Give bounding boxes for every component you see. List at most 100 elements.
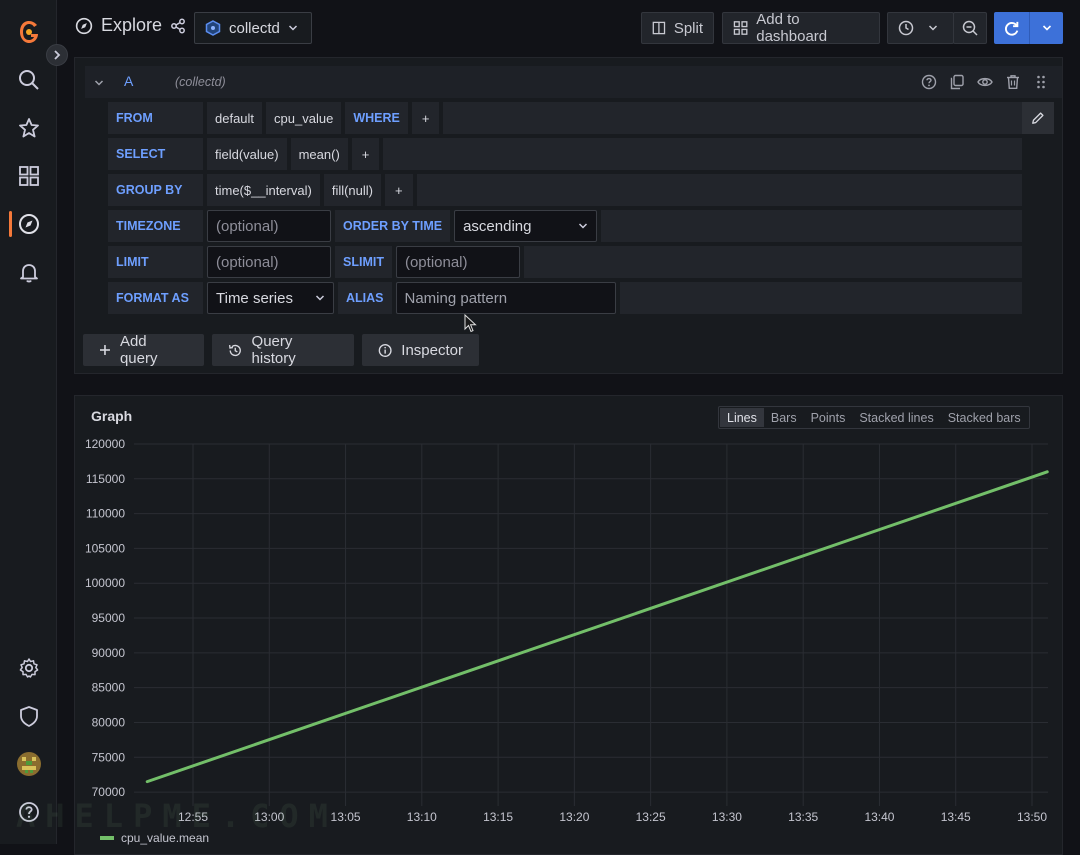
star-icon[interactable] [16, 115, 42, 141]
legend-item-label: cpu_value.mean [121, 831, 209, 845]
graph-chart[interactable]: 70000 75000 80000 85000 90000 95000 100000 1050… [75, 396, 1064, 846]
active-indicator [9, 211, 12, 237]
timezone-row: TIMEZONE (optional) ORDER BY TIME ascend… [108, 210, 1022, 242]
groupby-fill-segment[interactable]: fill(null) [323, 174, 381, 206]
measurement-segment[interactable]: cpu_value [266, 102, 342, 134]
zoom-out-button[interactable] [953, 12, 987, 44]
pencil-icon [1032, 112, 1044, 124]
from-keyword: FROM [108, 102, 203, 134]
time-range-picker[interactable] [887, 12, 954, 44]
refresh-button[interactable] [994, 12, 1030, 44]
y-tick-label: 95000 [92, 611, 126, 625]
timezone-input[interactable]: (optional) [207, 210, 331, 242]
chevron-down-icon [928, 25, 938, 31]
orderby-select[interactable]: ascending [454, 210, 598, 242]
x-tick-label: 13:20 [559, 810, 589, 824]
y-tick-label: 85000 [92, 681, 126, 695]
retention-policy-segment[interactable]: default [207, 102, 263, 134]
alerting-bell-icon[interactable] [16, 259, 42, 285]
x-tick-label: 12:55 [178, 810, 208, 824]
y-tick-label: 120000 [85, 437, 125, 451]
mouse-cursor-icon [464, 314, 477, 333]
x-tick-label: 13:40 [864, 810, 894, 824]
datasource-picker[interactable]: collectd [194, 12, 312, 44]
search-icon[interactable] [16, 67, 42, 93]
query-history-button[interactable]: Query history [212, 333, 354, 367]
y-tick-label: 80000 [92, 715, 126, 729]
limit-keyword: LIMIT [108, 246, 203, 278]
legend-swatch [100, 836, 114, 840]
help-icon[interactable] [921, 74, 937, 90]
where-keyword: WHERE [345, 102, 408, 134]
help-icon[interactable] [16, 799, 42, 825]
shield-icon[interactable] [16, 703, 42, 729]
run-query-button[interactable] [994, 12, 1063, 44]
split-button[interactable]: Split [641, 12, 714, 44]
x-tick-label: 13:25 [636, 810, 666, 824]
inspector-label: Inspector [401, 341, 463, 359]
orderby-keyword: ORDER BY TIME [335, 210, 451, 242]
history-icon [228, 344, 241, 356]
add-to-dashboard-label: Add to dashboard [756, 11, 828, 45]
trash-icon[interactable] [1005, 74, 1021, 90]
x-tick-label: 13:30 [712, 810, 742, 824]
settings-gear-icon[interactable] [16, 655, 42, 681]
query-ref-id[interactable]: A [124, 73, 133, 89]
add-where-button[interactable]: + [411, 102, 440, 134]
add-select-button[interactable]: + [351, 138, 380, 170]
query-editor-panel: A (collectd) FROM default cpu_value WHER… [74, 57, 1063, 374]
grafana-logo-icon[interactable] [16, 19, 42, 45]
eye-icon[interactable] [977, 74, 993, 90]
share-icon[interactable] [170, 18, 186, 34]
sidebar [0, 0, 57, 844]
add-query-label: Add query [119, 333, 158, 367]
clock-icon [898, 20, 914, 36]
drag-handle-icon[interactable] [1033, 74, 1049, 90]
row-filler [416, 174, 1022, 206]
refresh-interval-dropdown[interactable] [1030, 12, 1063, 44]
x-tick-label: 13:50 [1017, 810, 1047, 824]
sidebar-expand-button[interactable] [46, 44, 68, 66]
chevron-right-icon [54, 50, 61, 60]
orderby-value: ascending [463, 217, 532, 235]
row-filler [443, 102, 1022, 134]
y-tick-label: 100000 [85, 576, 125, 590]
limit-input[interactable]: (optional) [207, 246, 331, 278]
add-to-dashboard-button[interactable]: Add to dashboard [722, 11, 880, 45]
y-tick-label: 105000 [85, 541, 125, 555]
dashboards-icon[interactable] [16, 163, 42, 189]
chevron-down-icon [315, 295, 325, 301]
duplicate-icon[interactable] [949, 74, 965, 90]
slimit-input[interactable]: (optional) [395, 246, 520, 278]
formatas-select[interactable]: Time series [207, 282, 334, 314]
format-row: FORMAT AS Time series ALIAS Naming patte… [108, 282, 1022, 314]
select-aggregation-segment[interactable]: mean() [290, 138, 348, 170]
explore-compass-icon[interactable] [16, 211, 42, 237]
info-circle-icon [378, 343, 392, 357]
select-keyword: SELECT [108, 138, 203, 170]
series-line [145, 470, 1049, 784]
alias-input[interactable]: Naming pattern [395, 282, 616, 314]
x-tick-label: 13:45 [941, 810, 971, 824]
y-tick-label: 90000 [92, 646, 126, 660]
row-filler [383, 138, 1022, 170]
chevron-down-icon [1042, 25, 1051, 31]
add-query-button[interactable]: Add query [83, 333, 204, 367]
avatar[interactable] [16, 751, 42, 777]
inspector-button[interactable]: Inspector [362, 334, 479, 366]
x-tick-label: 13:05 [331, 810, 361, 824]
row-filler [619, 282, 1022, 314]
select-field-segment[interactable]: field(value) [207, 138, 287, 170]
groupby-keyword: GROUP BY [108, 174, 203, 206]
from-row: FROM default cpu_value WHERE + [108, 102, 1022, 134]
y-tick-label: 115000 [86, 472, 125, 486]
y-tick-label: 75000 [92, 750, 126, 764]
groupby-time-segment[interactable]: time($__interval) [207, 174, 320, 206]
y-tick-label: 70000 [92, 785, 126, 799]
chevron-down-icon[interactable] [94, 78, 104, 88]
add-groupby-button[interactable]: + [385, 174, 413, 206]
chevron-down-icon [579, 223, 588, 229]
toggle-raw-query-button[interactable] [1022, 102, 1054, 134]
slimit-keyword: SLIMIT [335, 246, 392, 278]
limit-row: LIMIT (optional) SLIMIT (optional) [108, 246, 1022, 278]
